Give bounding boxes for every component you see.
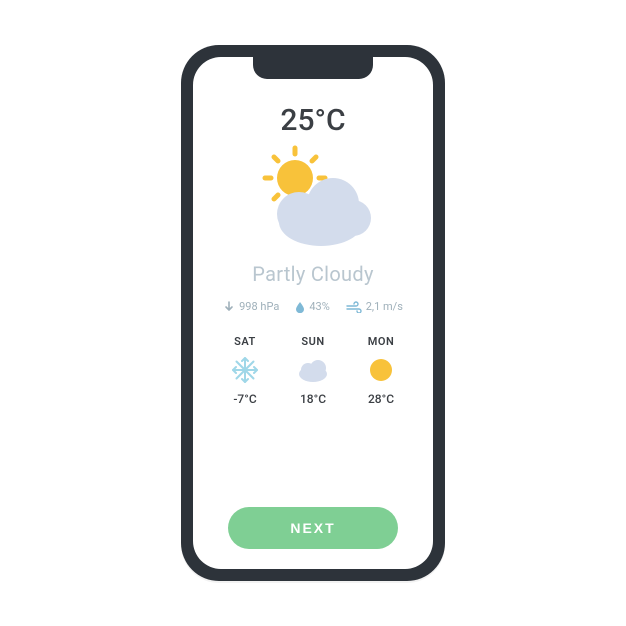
droplet-icon [295, 301, 305, 313]
forecast-day-label: SAT [234, 335, 256, 348]
pressure-metric: 998 hPa [223, 300, 279, 313]
snowflake-icon [231, 354, 259, 386]
sun-icon [368, 354, 394, 386]
forecast-day-temp: 28°C [368, 392, 394, 406]
wind-metric: 2,1 m/s [346, 300, 403, 313]
weather-screen: 25°C [193, 57, 433, 569]
metrics-row: 998 hPa 43% 2,1 m/s [223, 300, 403, 313]
phone-frame: 25°C [181, 45, 445, 581]
pressure-down-icon [223, 301, 235, 313]
forecast-day-temp: 18°C [300, 392, 326, 406]
forecast-day-label: SUN [301, 335, 324, 348]
next-button[interactable]: NEXT [228, 507, 398, 549]
humidity-value: 43% [309, 300, 329, 313]
condition-label: Partly Cloudy [252, 262, 373, 286]
forecast-day-label: MON [368, 335, 395, 348]
pressure-value: 998 hPa [239, 300, 279, 313]
phone-notch [253, 57, 373, 79]
cloud-icon [296, 354, 330, 386]
partly-cloudy-icon [243, 144, 383, 258]
current-temperature: 25°C [280, 103, 345, 138]
humidity-metric: 43% [295, 300, 329, 313]
wind-value: 2,1 m/s [366, 300, 403, 313]
forecast-day[interactable]: SUN 18°C [283, 335, 343, 406]
forecast-row: SAT -7°C SUN [211, 335, 415, 406]
forecast-day-temp: -7°C [233, 392, 256, 406]
forecast-day[interactable]: MON 28°C [351, 335, 411, 406]
wind-icon [346, 301, 362, 313]
forecast-day[interactable]: SAT -7°C [215, 335, 275, 406]
